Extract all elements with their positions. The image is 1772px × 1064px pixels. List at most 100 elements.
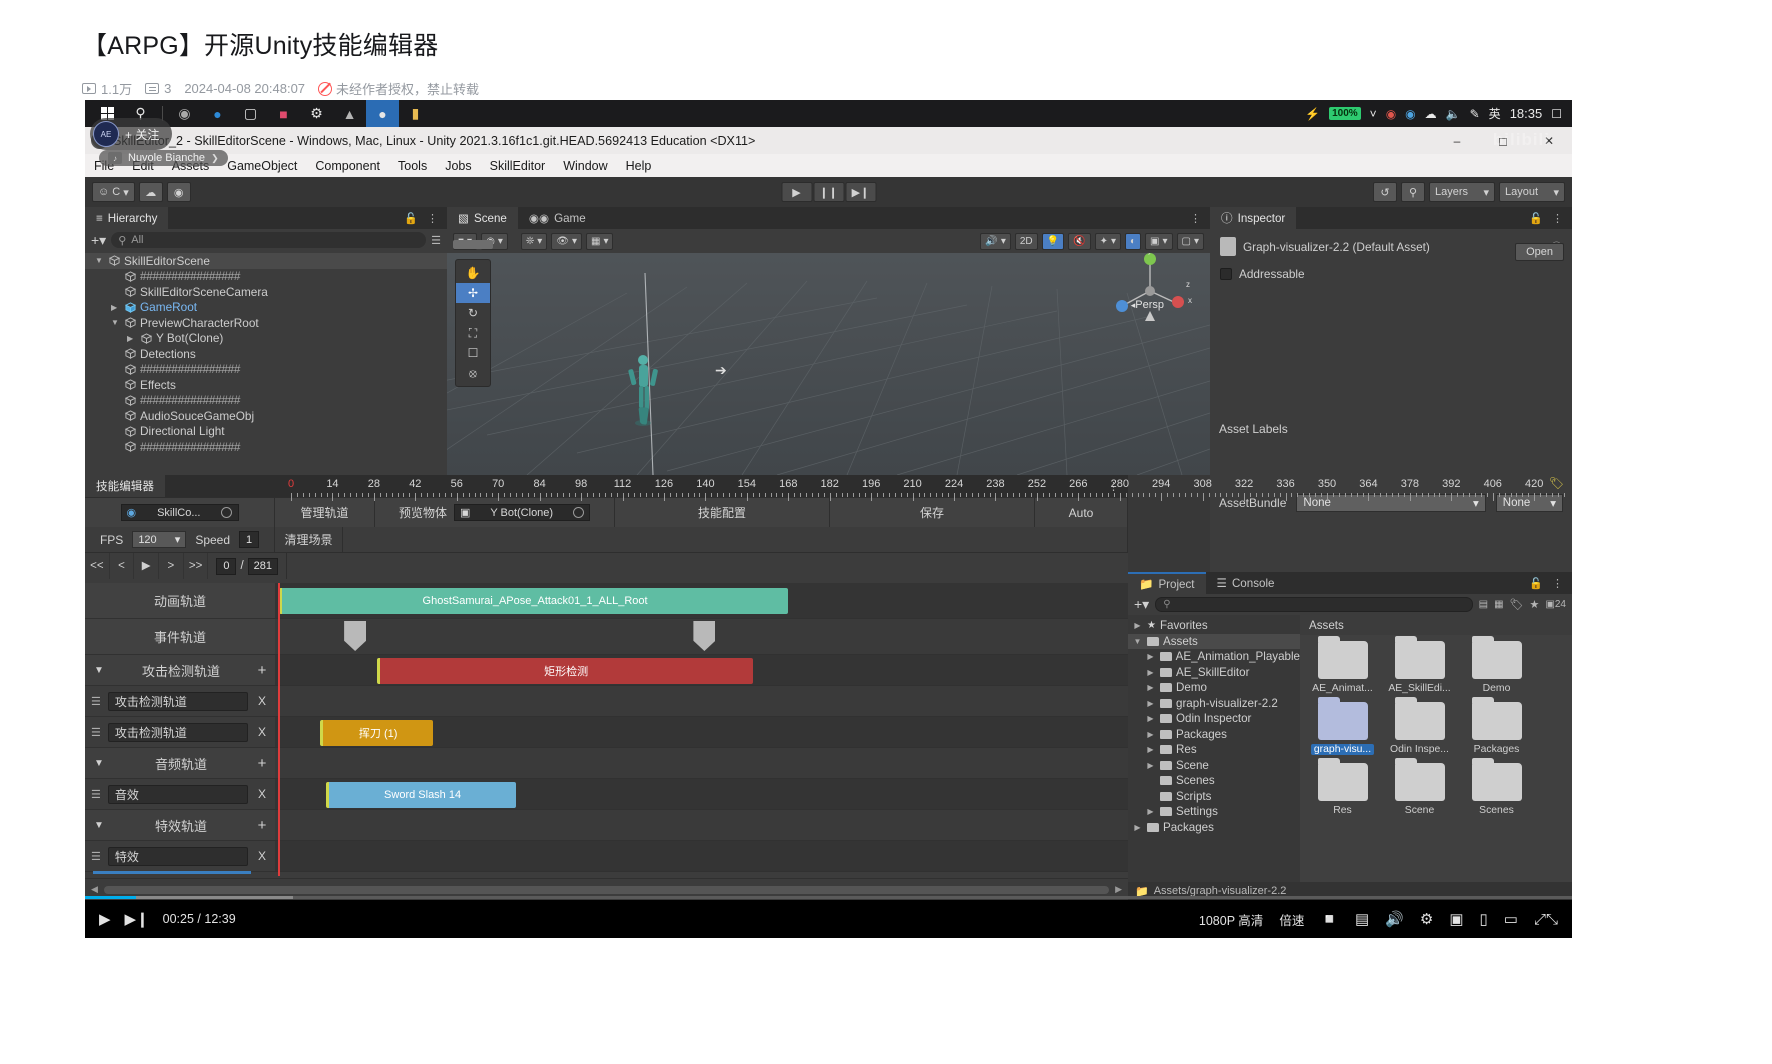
lock-icon[interactable]: 🔓 [404, 212, 418, 225]
project-grid-item[interactable]: Packages [1458, 697, 1535, 755]
edge-icon[interactable]: ● [201, 100, 234, 127]
favorite-star-icon[interactable]: ★ [1530, 598, 1540, 611]
collab-button[interactable]: ◉ [166, 182, 191, 202]
fullscreen-icon[interactable]: ⤢⤡ [1534, 911, 1558, 928]
packages-badge[interactable]: ▣24 [1545, 599, 1566, 610]
goto-last-button[interactable]: >> [184, 553, 209, 579]
timeline-clip[interactable]: 挥刀 (1) [320, 719, 433, 746]
tab-hierarchy[interactable]: ≡ Hierarchy [85, 207, 169, 229]
scale-tool-icon[interactable]: ⛶ [456, 323, 490, 343]
lock-icon[interactable]: 🔓 [1529, 577, 1543, 590]
timeline-ruler[interactable]: 0 14 28 42 56 70 84 98 112 126 140 154 168 182 196 210 2… [287, 475, 1565, 501]
rotate-tool-icon[interactable]: ↻ [456, 303, 490, 323]
fx-toggle[interactable]: ✦ ▾ [1094, 232, 1121, 250]
hierarchy-item[interactable]: ################ [85, 393, 447, 409]
track-group-header[interactable]: ▼ 攻击检测轨道 + [85, 655, 275, 686]
timeline-clip[interactable]: 矩形检测 [376, 657, 753, 684]
total-frames-input[interactable]: 281 [247, 557, 278, 575]
track-sub-header[interactable]: ☰ 特效 X [85, 841, 275, 872]
timeline-lane[interactable] [275, 841, 1128, 872]
lighting-toggle[interactable]: 💡 [1041, 232, 1065, 250]
chevron-right-icon[interactable]: ▶ [1145, 652, 1156, 661]
view-gizmo[interactable]: y z x [1104, 253, 1196, 325]
pip-icon[interactable]: ▣ [1449, 910, 1463, 928]
project-tree-item[interactable]: ▶ graph-visualizer-2.2 [1128, 696, 1300, 712]
label-icon[interactable]: 🏷 [1510, 598, 1524, 611]
tab-scene[interactable]: ▧ Scene [447, 207, 518, 229]
project-tree-item[interactable]: Scenes [1128, 773, 1300, 789]
track-header[interactable]: 事件轨道 [85, 619, 275, 655]
chevron-right-icon[interactable]: ▶ [1145, 668, 1156, 677]
undo-history-icon[interactable]: ↺ [1373, 182, 1397, 202]
tool-palette-handle[interactable] [453, 240, 493, 249]
track-sub-header[interactable]: ☰ 音效 X [85, 779, 275, 810]
preview-object-input[interactable]: ▣ Y Bot(Clone) [454, 504, 590, 521]
prev-frame-button[interactable]: < [110, 553, 135, 579]
hierarchy-item[interactable]: Detections [85, 346, 447, 362]
search-icon[interactable]: ⚲ [1401, 182, 1425, 202]
track-sub-header[interactable]: ☰ 攻击检测轨道 X [85, 686, 275, 717]
layers-dropdown[interactable]: Layers ▾ [1429, 182, 1495, 202]
track-group-header[interactable]: ▼ 特效轨道 + [85, 810, 275, 841]
overlay-menu[interactable]: ▢ ▾ [1176, 232, 1204, 250]
track-group-header[interactable]: ▼ 音频轨道 + [85, 748, 275, 779]
track-name-input[interactable]: 攻击检测轨道 [107, 691, 248, 711]
add-track-button[interactable]: + [249, 755, 275, 772]
chevron-down-icon[interactable]: ▼ [85, 820, 113, 831]
tab-console[interactable]: ☰ Console [1206, 572, 1286, 594]
current-frame-input[interactable]: 0 [216, 557, 237, 575]
rect-tool-icon[interactable]: ☐ [456, 343, 490, 363]
remove-track-button[interactable]: X [255, 725, 269, 739]
project-tree-item[interactable]: ▶ Res [1128, 742, 1300, 758]
chevron-down-icon[interactable]: ˅ [1370, 107, 1377, 121]
project-grid-item[interactable]: Scene [1381, 758, 1458, 816]
scroll-right-icon[interactable]: ▶ [1115, 884, 1122, 895]
timeline-lanes[interactable]: GhostSamurai_APose_Attack01_1_ALL_Root 矩形… [275, 583, 1128, 876]
ime-indicator[interactable]: 英 [1489, 105, 1501, 122]
track-name-input[interactable]: 音效 [107, 784, 248, 804]
project-grid-item[interactable]: AE_Animat... [1304, 636, 1381, 694]
timeline-lane[interactable] [275, 810, 1128, 841]
hierarchy-item[interactable]: SkillEditorSceneCamera [85, 284, 447, 300]
rider-icon[interactable]: ■ [267, 100, 300, 127]
grid-snap-dropdown[interactable]: ▦ ▾ [586, 232, 614, 250]
quality-button[interactable]: 1080P 高清 [1199, 910, 1263, 929]
drag-handle-icon[interactable]: ☰ [91, 695, 101, 708]
scroll-thumb[interactable] [103, 885, 1110, 894]
timeline-clip[interactable]: GhostSamurai_APose_Attack01_1_ALL_Root [279, 588, 789, 614]
danmaku-toggle-icon[interactable]: ◽ [1320, 910, 1339, 928]
timeline-playhead[interactable] [278, 583, 280, 876]
panel-menu-icon[interactable]: ⋮ [427, 212, 438, 225]
menu-gameobject[interactable]: GameObject [227, 159, 297, 173]
project-grid-item[interactable]: Scenes [1458, 758, 1535, 816]
track-name-input[interactable]: 攻击检测轨道 [107, 722, 248, 742]
subtitle-icon[interactable]: ▤ [1355, 910, 1369, 928]
hierarchy-item[interactable]: ################ [85, 439, 447, 455]
unity-icon[interactable]: ● [366, 100, 399, 127]
panel-menu-icon[interactable]: ⋮ [1190, 212, 1201, 225]
effects-dropdown[interactable]: ❊ ▾ [520, 232, 548, 250]
save-button[interactable]: 保存 [830, 498, 1035, 527]
chevron-down-icon[interactable]: ▼ [85, 665, 113, 676]
chevron-right-icon[interactable]: ▶ [1145, 699, 1156, 708]
addressable-checkbox[interactable] [1220, 268, 1232, 280]
panel-menu-icon[interactable]: ⋮ [1552, 577, 1563, 590]
project-tree-item[interactable]: ▶ Settings [1128, 804, 1300, 820]
timeline-clip[interactable]: Sword Slash 14 [326, 781, 516, 808]
label-tag-icon[interactable]: 🏷 [1210, 476, 1572, 490]
object-picker-icon[interactable] [221, 507, 233, 518]
audio-toggle[interactable]: 🔊 ▾ [980, 232, 1011, 250]
audio-mute-toggle[interactable]: 🔇 [1068, 232, 1091, 250]
chevron-right-icon[interactable]: ▶ [1145, 807, 1156, 816]
wifi-icon[interactable]: ☁ [1425, 107, 1437, 121]
settings-icon[interactable]: ⚙ [300, 100, 333, 127]
gizmos-toggle[interactable]: ◐ [1124, 232, 1142, 250]
chevron-down-icon[interactable]: ▼ [95, 256, 105, 265]
panel-menu-icon[interactable]: ⋮ [1552, 212, 1563, 225]
volume-icon[interactable]: 🔈 [1446, 107, 1461, 121]
add-object-button[interactable]: +▾ [91, 232, 106, 249]
drag-handle-icon[interactable]: ☰ [91, 788, 101, 801]
menu-help[interactable]: Help [626, 159, 652, 173]
tray-icon-blue[interactable]: ◉ [1405, 107, 1415, 121]
chevron-right-icon[interactable]: ▶ [111, 303, 121, 312]
